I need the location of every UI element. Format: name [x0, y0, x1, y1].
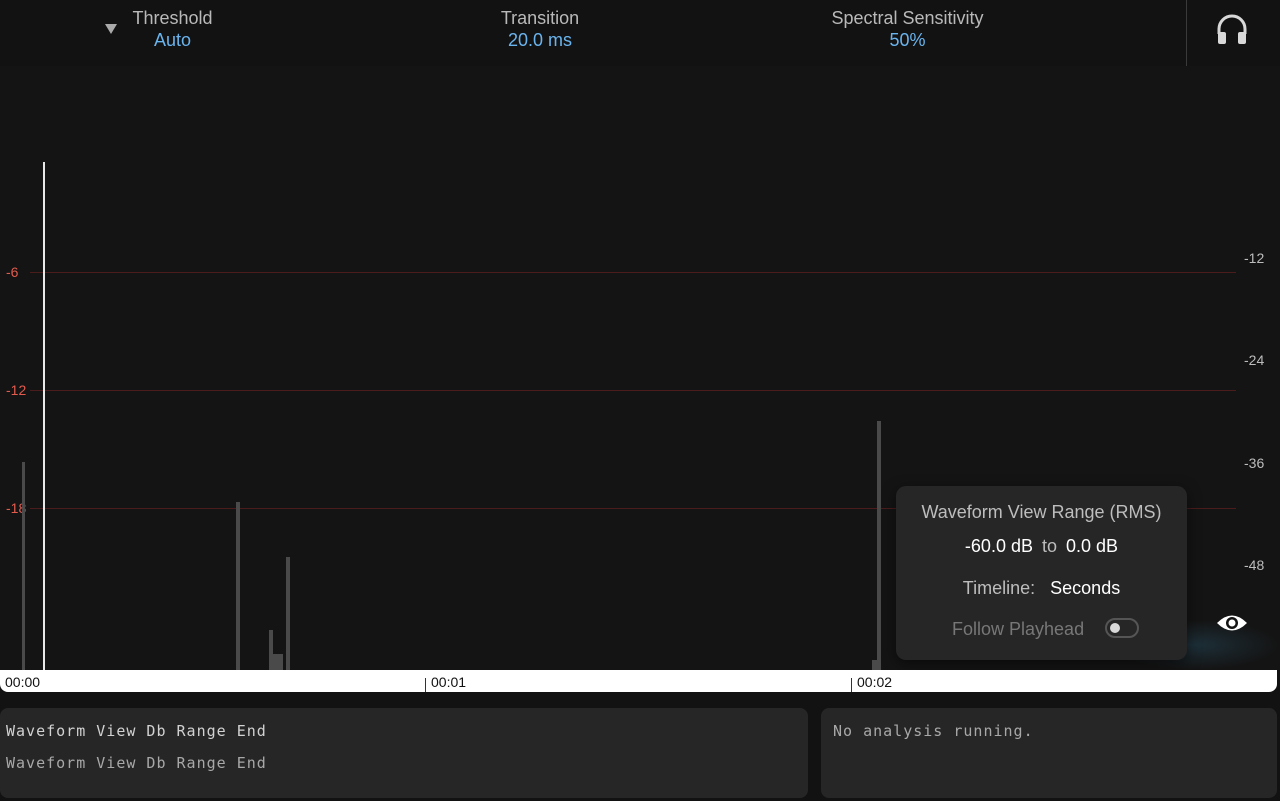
db-gridline [30, 390, 1236, 391]
timeline-label: Timeline: [962, 578, 1036, 598]
timeline-label-1: 00:01 [431, 674, 467, 690]
timeline-unit-select[interactable]: Seconds [1050, 578, 1120, 598]
header-divider [1186, 0, 1187, 66]
transition-value[interactable]: 20.0 ms [470, 28, 610, 52]
timeline-ruler[interactable]: 00:00 00:01 00:02 [0, 670, 1277, 692]
waveform-peak [236, 502, 240, 670]
db-label-right: -36 [1244, 455, 1265, 471]
db-label-right: -12 [1244, 250, 1265, 266]
follow-playhead-toggle[interactable] [1105, 618, 1139, 638]
timeline-setting: Timeline: Seconds [896, 578, 1187, 599]
timeline-label-2: 00:02 [857, 674, 893, 690]
eye-icon[interactable] [1215, 610, 1249, 636]
db-label-right: -48 [1244, 557, 1265, 573]
threshold-label: Threshold [132, 8, 213, 28]
waveform-peak [273, 654, 283, 670]
info-line-2: Waveform View Db Range End [6, 754, 267, 772]
info-line-1: Waveform View Db Range End [6, 722, 267, 740]
db-label-left: -12 [6, 382, 27, 398]
toggle-knob [1110, 623, 1120, 633]
threshold-control[interactable]: Threshold Auto [120, 8, 225, 52]
db-range-end[interactable]: 0.0 dB [1066, 536, 1118, 556]
spectral-sensitivity-value[interactable]: 50% [800, 28, 1015, 52]
timeline-label-0: 00:00 [5, 674, 41, 690]
popover-title: Waveform View Range (RMS) [921, 502, 1162, 522]
headphones-icon[interactable] [1214, 12, 1250, 48]
waveform-peak [286, 557, 290, 670]
transition-control[interactable]: Transition 20.0 ms [470, 8, 610, 52]
analysis-status-panel: No analysis running. [821, 708, 1277, 798]
parameter-bar: Threshold Auto Transition 20.0 ms Spectr… [0, 0, 1280, 66]
threshold-value[interactable]: Auto [120, 28, 225, 52]
playhead[interactable] [43, 162, 45, 670]
follow-playhead-label: Follow Playhead [952, 619, 1085, 639]
analysis-status-text: No analysis running. [833, 722, 1034, 740]
info-panel: Waveform View Db Range End Waveform View… [0, 708, 808, 798]
waveform-peak [22, 462, 25, 670]
db-range-to: to [1041, 536, 1057, 556]
spectral-sensitivity-label: Spectral Sensitivity [831, 8, 984, 28]
db-range: -60.0 dB to 0.0 dB [896, 536, 1187, 557]
db-gridline [30, 272, 1236, 273]
db-label-left: -6 [6, 264, 19, 280]
spectral-sensitivity-control[interactable]: Spectral Sensitivity 50% [800, 8, 1015, 52]
timeline-tick [851, 678, 852, 692]
transition-label: Transition [500, 8, 580, 28]
timeline-tick [425, 678, 426, 692]
db-label-right: -24 [1244, 352, 1265, 368]
db-range-start[interactable]: -60.0 dB [965, 536, 1033, 556]
waveform-view-popover: Waveform View Range (RMS) -60.0 dB to 0.… [896, 486, 1187, 660]
triangle-down-icon[interactable] [105, 24, 117, 34]
waveform-peak [877, 421, 881, 670]
